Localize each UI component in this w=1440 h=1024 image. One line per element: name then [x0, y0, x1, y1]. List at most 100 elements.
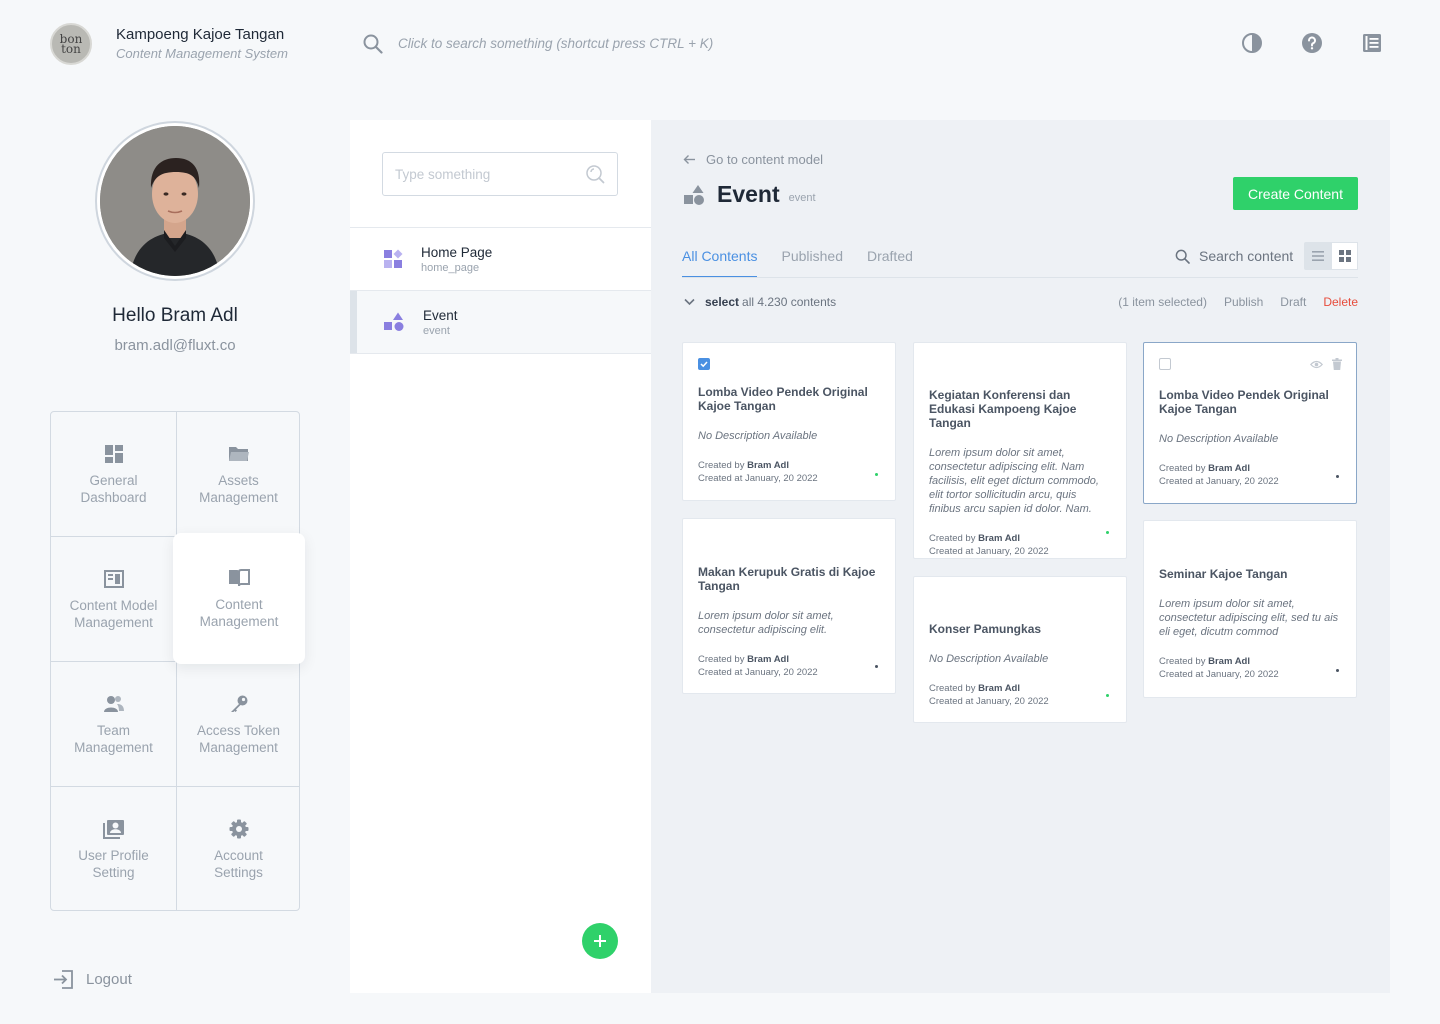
- menu-item-content-model-management[interactable]: Content Model Management: [51, 537, 176, 662]
- status-dot: [875, 665, 878, 668]
- bulk-actions: (1 item selected) Publish Draft Delete: [1118, 295, 1358, 309]
- logout-icon: [53, 969, 74, 990]
- search-icon[interactable]: [362, 33, 384, 55]
- menu-item-label: Assets Management: [199, 472, 278, 505]
- card-title: Lomba Video Pendek Original Kajoe Tangan: [1159, 388, 1329, 416]
- greeting: Hello Bram Adl: [112, 305, 238, 326]
- menu-item-team-management[interactable]: Team Management: [51, 662, 176, 787]
- select-all-row[interactable]: select all 4.230 contents: [684, 295, 836, 309]
- model-search-input[interactable]: [395, 166, 585, 182]
- card-created-at: Created at January, 20 2022: [1159, 476, 1279, 487]
- publish-button[interactable]: Publish: [1224, 295, 1263, 309]
- card-title: Makan Kerupuk Gratis di Kajoe Tangan: [698, 565, 876, 593]
- help-icon[interactable]: [1301, 32, 1323, 54]
- arrow-left-icon: [683, 154, 696, 165]
- tabs-divider: [682, 277, 1358, 278]
- content-card[interactable]: Lomba Video Pendek Original Kajoe Tangan…: [1143, 342, 1357, 504]
- tab-drafted[interactable]: Drafted: [867, 248, 913, 278]
- menu-item-assets-management[interactable]: Assets Management: [176, 412, 301, 537]
- card-meta: Created by Bram Adl Created at January, …: [1159, 655, 1341, 681]
- content-card[interactable]: Lomba Video Pendek Original Kajoe Tangan…: [682, 342, 896, 501]
- menu-item-label: Team Management: [74, 722, 153, 755]
- avatar[interactable]: [100, 126, 250, 276]
- card-description: No Description Available: [929, 653, 1049, 665]
- user-email: bram.adl@fluxt.co: [114, 337, 236, 354]
- card-created-at: Created at January, 20 2022: [929, 696, 1049, 707]
- page-title: Event: [717, 181, 780, 207]
- model-name: Event: [423, 307, 458, 323]
- menu-item-access-token-management[interactable]: Access Token Management: [176, 662, 301, 787]
- card-description: Lorem ipsum dolor sit amet, consectetur …: [1159, 598, 1339, 638]
- eye-icon[interactable]: [1310, 360, 1323, 369]
- back-to-content-model-link[interactable]: Go to content model: [683, 152, 823, 167]
- created-by-label: Created by: [698, 654, 745, 665]
- card-author: Bram Adl: [978, 533, 1021, 544]
- menu-item-label: User Profile Setting: [78, 847, 149, 880]
- card-title: Lomba Video Pendek Original Kajoe Tangan: [698, 385, 868, 413]
- menu-item-content-management[interactable]: Content Management: [173, 533, 305, 664]
- dashboard-icon: [104, 444, 124, 464]
- add-model-button[interactable]: [582, 923, 618, 959]
- card-created-at: Created at January, 20 2022: [1159, 669, 1279, 680]
- card-meta: Created by Bram Adl Created at January, …: [929, 532, 1111, 558]
- card-author: Bram Adl: [1208, 656, 1251, 667]
- model-key: home_page: [421, 261, 480, 274]
- docs-icon[interactable]: [1361, 32, 1383, 54]
- model-search-box[interactable]: [382, 152, 618, 196]
- content-card[interactable]: Konser Pamungkas No Description Availabl…: [913, 576, 1127, 723]
- view-toggle: [1304, 242, 1358, 270]
- card-checkbox[interactable]: [1159, 358, 1171, 370]
- content-card[interactable]: Seminar Kajoe Tangan Lorem ipsum dolor s…: [1143, 520, 1357, 698]
- gear-icon: [229, 819, 249, 839]
- card-description: No Description Available: [698, 430, 818, 442]
- team-icon: [103, 694, 125, 714]
- menu-item-general-dashboard[interactable]: General Dashboard: [51, 412, 176, 537]
- model-key: event: [788, 191, 816, 204]
- menu-item-user-profile-setting[interactable]: User Profile Setting: [51, 787, 176, 912]
- card-description: Lorem ipsum dolor sit amet, consectetur …: [698, 610, 834, 636]
- status-dot: [875, 473, 878, 476]
- menu-item-account-settings[interactable]: Account Settings: [176, 787, 301, 912]
- created-by-label: Created by: [929, 683, 976, 694]
- create-content-button[interactable]: Create Content: [1233, 177, 1358, 210]
- status-dot: [1106, 531, 1109, 534]
- menu-item-label: Access Token Management: [196, 722, 281, 755]
- global-search-trigger[interactable]: Click to search something (shortcut pres…: [398, 36, 713, 51]
- status-dot: [1106, 694, 1109, 697]
- created-by-label: Created by: [1159, 656, 1206, 667]
- trash-icon[interactable]: [1332, 358, 1342, 370]
- menu-item-label: Content Management: [199, 596, 279, 629]
- card-title: Kegiatan Konferensi dan Edukasi Kampoeng…: [929, 388, 1077, 430]
- selection-count: (1 item selected): [1118, 295, 1207, 309]
- card-checkbox[interactable]: [698, 358, 710, 370]
- menu-item-label: General Dashboard: [80, 472, 147, 505]
- search-content-button[interactable]: Search content: [1175, 248, 1293, 264]
- grid-view-button[interactable]: [1331, 242, 1358, 270]
- total-contents-label: all 4.230 contents: [742, 295, 837, 309]
- content-card[interactable]: Kegiatan Konferensi dan Edukasi Kampoeng…: [913, 342, 1127, 559]
- list-view-button[interactable]: [1304, 242, 1331, 270]
- list-divider: [350, 353, 651, 354]
- card-actions: [1310, 358, 1342, 370]
- brand-logo: bon ton: [50, 23, 92, 65]
- contrast-icon[interactable]: [1241, 32, 1263, 54]
- card-created-at: Created at January, 20 2022: [929, 546, 1049, 557]
- logout-button[interactable]: Logout: [53, 969, 132, 990]
- model-item-home-page[interactable]: Home Page home_page: [350, 228, 651, 290]
- chevron-down-icon: [684, 298, 695, 306]
- card-meta: Created by Bram Adl Created at January, …: [929, 682, 1111, 708]
- search-icon[interactable]: [585, 164, 605, 184]
- content-list-panel: Go to content model Event event Create C…: [651, 120, 1390, 993]
- logout-label: Logout: [86, 971, 132, 988]
- draft-button[interactable]: Draft: [1280, 295, 1306, 309]
- tab-all-contents[interactable]: All Contents: [682, 248, 758, 278]
- plus-icon: [592, 933, 608, 949]
- delete-button[interactable]: Delete: [1323, 295, 1358, 309]
- user-profile-icon: [102, 819, 125, 839]
- model-item-event[interactable]: Event event: [350, 291, 651, 353]
- app-subtitle: Content Management System: [116, 46, 288, 61]
- tab-published[interactable]: Published: [781, 248, 843, 278]
- content-model-list-panel: Home Page home_page Event event: [350, 120, 651, 993]
- content-card[interactable]: Makan Kerupuk Gratis di Kajoe Tangan Lor…: [682, 518, 896, 694]
- key-icon: [229, 694, 249, 714]
